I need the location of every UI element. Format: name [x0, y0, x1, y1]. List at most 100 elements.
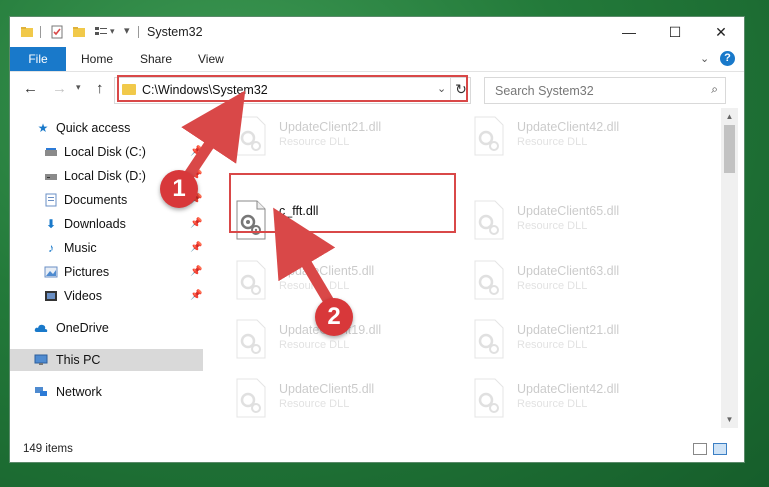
- large-icons-view-icon[interactable]: [713, 443, 727, 455]
- file-name: UpdateClient5.dll: [279, 382, 375, 396]
- drive-icon: [45, 148, 57, 156]
- dll-file-icon: [236, 260, 266, 300]
- cloud-icon: [34, 324, 48, 332]
- file-type: Resource DLL: [279, 339, 350, 351]
- sidebar-item-local-disk-c[interactable]: Local Disk (C:) 📌: [10, 141, 203, 163]
- drive-icon: [45, 174, 57, 180]
- vertical-scrollbar[interactable]: ▲ ▼: [721, 108, 738, 428]
- scroll-up-icon[interactable]: ▲: [721, 108, 738, 125]
- address-bar[interactable]: C:\Windows\System32 ⌄: [114, 77, 471, 104]
- file-type: Resource DLL: [279, 136, 350, 148]
- expand-ribbon-icon[interactable]: ⌄: [700, 52, 709, 65]
- file-item[interactable]: UpdateClient42.dll Resource DLL: [451, 370, 671, 426]
- step-badge-2: 2: [315, 298, 353, 336]
- sidebar-item-videos[interactable]: Videos 📌: [10, 285, 203, 307]
- file-type: Resource DLL: [517, 136, 588, 148]
- tab-home[interactable]: Home: [81, 47, 113, 71]
- search-box[interactable]: ⌕: [484, 77, 726, 104]
- file-item[interactable]: UpdateClient65.dll Resource DLL: [451, 192, 671, 248]
- sidebar-item-this-pc[interactable]: This PC: [10, 349, 203, 371]
- tab-file[interactable]: File: [10, 47, 66, 71]
- music-icon: ♪: [48, 241, 54, 255]
- file-type: Resource DLL: [517, 398, 588, 410]
- pin-icon[interactable]: 📌: [190, 285, 202, 307]
- search-input[interactable]: [493, 82, 697, 100]
- folder-icon: [122, 84, 136, 95]
- new-folder-icon[interactable]: [72, 25, 86, 39]
- dll-file-icon: [236, 116, 266, 156]
- scroll-down-icon[interactable]: ▼: [721, 411, 738, 428]
- file-name: UpdateClient21.dll: [279, 120, 382, 134]
- file-item[interactable]: UpdateClient5.dll Resource DLL: [213, 252, 433, 308]
- item-count: 149 items: [23, 443, 73, 455]
- up-arrow-icon[interactable]: ↑: [96, 80, 104, 97]
- documents-icon: [45, 193, 57, 207]
- sidebar-item-onedrive[interactable]: OneDrive: [10, 317, 203, 339]
- file-type: Resource DLL: [517, 220, 588, 232]
- pin-icon[interactable]: 📌: [190, 261, 202, 283]
- chevron-down-icon[interactable]: ⌄: [437, 82, 446, 95]
- file-item[interactable]: UpdateClient5.dll Resource DLL: [213, 370, 433, 426]
- file-name: c_fft.dll: [279, 204, 319, 218]
- step-badge-1: 1: [160, 170, 198, 208]
- recent-locations-icon[interactable]: ▾: [76, 82, 81, 93]
- folder-icon: [21, 27, 33, 37]
- forward-arrow-icon[interactable]: →: [52, 80, 67, 97]
- sidebar-item-downloads[interactable]: ⬇ Downloads 📌: [10, 213, 203, 235]
- refresh-icon[interactable]: ↻: [450, 77, 471, 101]
- download-icon: ⬇: [45, 217, 57, 231]
- status-bar: 149 items: [10, 437, 744, 462]
- file-type: Resource DLL: [279, 280, 350, 292]
- sidebar-item-label: Documents: [64, 193, 128, 207]
- pin-icon[interactable]: 📌: [190, 237, 202, 259]
- scroll-thumb[interactable]: [724, 125, 735, 173]
- dll-file-icon: [474, 116, 504, 156]
- file-name: UpdateClient5.dll: [279, 264, 375, 278]
- details-view-icon[interactable]: [693, 443, 707, 455]
- minimize-button[interactable]: —: [606, 17, 652, 47]
- sidebar-item-quick-access[interactable]: ★ Quick access: [10, 117, 203, 139]
- dll-file-icon: [474, 260, 504, 300]
- sidebar-item-music[interactable]: ♪ Music 📌: [10, 237, 203, 259]
- dll-file-icon: [474, 200, 504, 240]
- window-title: System32: [147, 25, 203, 39]
- view-options-icon[interactable]: [94, 25, 108, 39]
- title-separator: [138, 26, 139, 38]
- computer-icon: [34, 354, 48, 365]
- chevron-down-icon[interactable]: ▾: [110, 26, 115, 37]
- sidebar-item-label: Local Disk (C:): [64, 145, 146, 159]
- file-name: UpdateClient65.dll: [517, 204, 620, 218]
- dll-file-icon: [236, 200, 266, 240]
- sidebar-item-label: Pictures: [64, 265, 110, 279]
- title-bar: ▾ ▾ System32 — ☐ ✕: [10, 17, 744, 47]
- pictures-icon: [44, 266, 58, 278]
- dll-file-icon: [474, 378, 504, 418]
- help-icon[interactable]: ?: [720, 51, 735, 66]
- dll-file-icon: [236, 319, 266, 359]
- file-item[interactable]: UpdateClient21.dll Resource DLL: [213, 108, 433, 164]
- sidebar-item-network[interactable]: Network: [10, 381, 203, 403]
- sidebar-item-label: Local Disk (D:): [64, 169, 146, 183]
- maximize-button[interactable]: ☐: [652, 17, 698, 47]
- file-item[interactable]: UpdateClient21.dll Resource DLL: [451, 311, 671, 367]
- file-item[interactable]: UpdateClient63.dll Resource DLL: [451, 252, 671, 308]
- pin-icon[interactable]: 📌: [190, 213, 202, 235]
- close-button[interactable]: ✕: [698, 17, 744, 47]
- search-icon[interactable]: ⌕: [711, 82, 718, 97]
- file-item[interactable]: UpdateClient42.dll Resource DLL: [451, 108, 671, 164]
- back-arrow-icon[interactable]: ←: [23, 80, 38, 97]
- tab-view[interactable]: View: [198, 47, 224, 71]
- customize-toolbar-icon[interactable]: ▾: [124, 24, 130, 37]
- ribbon-tabs: File Home Share View ⌄ ?: [10, 47, 744, 72]
- sidebar-item-label: Network: [56, 385, 102, 399]
- file-item-c-fft[interactable]: c_fft.dll: [213, 192, 433, 248]
- properties-icon[interactable]: [50, 25, 64, 39]
- navigation-pane: ★ Quick access Local Disk (C:) 📌 Local D…: [10, 113, 206, 428]
- file-name: UpdateClient63.dll: [517, 264, 620, 278]
- address-path[interactable]: C:\Windows\System32: [142, 83, 268, 97]
- sidebar-item-pictures[interactable]: Pictures 📌: [10, 261, 203, 283]
- pin-icon[interactable]: 📌: [190, 141, 202, 163]
- tab-share[interactable]: Share: [140, 47, 172, 71]
- quick-access-separator: [40, 26, 41, 38]
- file-name: UpdateClient42.dll: [517, 382, 620, 396]
